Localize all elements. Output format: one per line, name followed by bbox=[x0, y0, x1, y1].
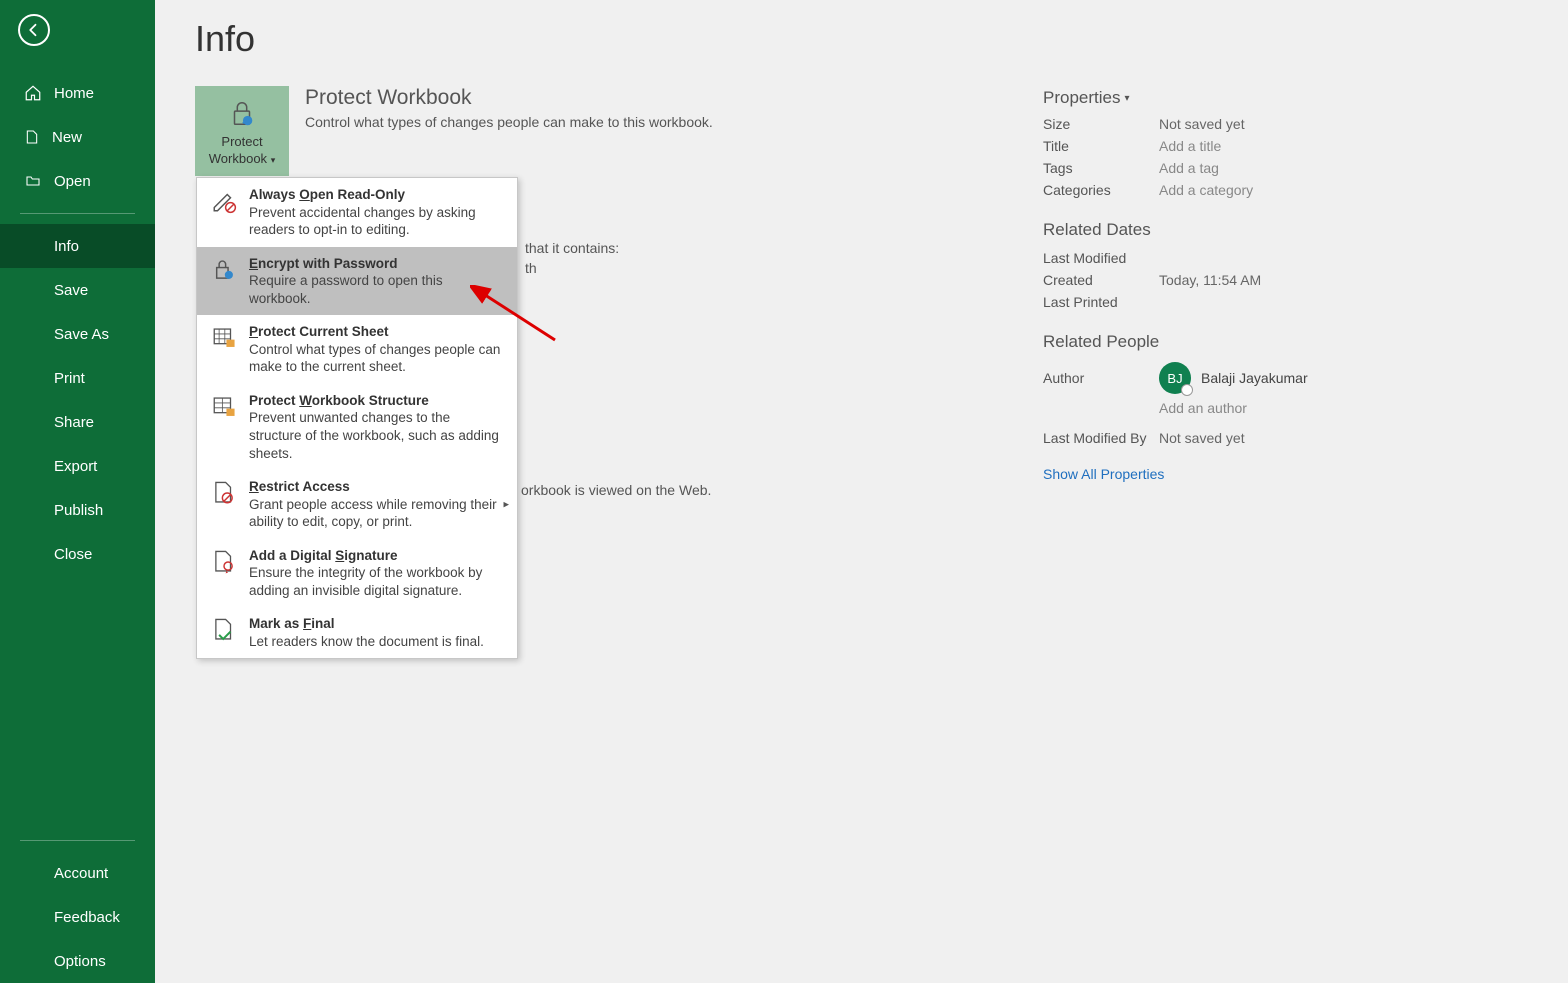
obscured-text-frag3: orkbook is viewed on the Web. bbox=[521, 482, 711, 498]
submenu-arrow-icon: ▸ bbox=[503, 498, 509, 511]
sidebar-label: Save bbox=[54, 282, 88, 299]
menu-mark-as-final[interactable]: Mark as FinalLet readers know the docume… bbox=[197, 607, 517, 658]
sidebar-item-account[interactable]: Account bbox=[0, 851, 155, 895]
sidebar-item-close[interactable]: Close bbox=[0, 532, 155, 576]
home-icon bbox=[24, 84, 42, 102]
sidebar-label: Print bbox=[54, 370, 85, 387]
sidebar-label: Open bbox=[54, 173, 91, 190]
sidebar-item-options[interactable]: Options bbox=[0, 939, 155, 983]
sidebar-item-info[interactable]: Info bbox=[0, 224, 155, 268]
related-dates-heading: Related Dates bbox=[1043, 220, 1363, 240]
menu-add-signature[interactable]: Add a Digital SignatureEnsure the integr… bbox=[197, 539, 517, 608]
sidebar-label: Info bbox=[54, 238, 79, 255]
menu-protect-structure[interactable]: Protect Workbook StructurePrevent unwant… bbox=[197, 384, 517, 470]
doc-signature-icon bbox=[211, 549, 237, 575]
obscured-text-frag2: th bbox=[525, 260, 537, 276]
prop-title-label: Title bbox=[1043, 138, 1159, 154]
sidebar-item-publish[interactable]: Publish bbox=[0, 488, 155, 532]
show-all-properties-link[interactable]: Show All Properties bbox=[1043, 466, 1164, 482]
prop-size-value: Not saved yet bbox=[1159, 116, 1245, 132]
prop-created-label: Created bbox=[1043, 272, 1159, 288]
sidebar-label: Save As bbox=[54, 326, 109, 343]
sidebar-label: Options bbox=[54, 953, 106, 970]
sidebar-item-new[interactable]: New bbox=[0, 115, 155, 159]
pencil-readonly-icon bbox=[211, 188, 237, 214]
prop-modified-label: Last Modified bbox=[1043, 250, 1159, 266]
sidebar-item-open[interactable]: Open bbox=[0, 159, 155, 203]
properties-panel: Properties▾ SizeNot saved yet TitleAdd a… bbox=[1043, 88, 1363, 482]
lock-encrypt-icon bbox=[211, 257, 237, 283]
sidebar-label: Home bbox=[54, 85, 94, 102]
prop-author-label: Author bbox=[1043, 370, 1159, 386]
backstage-sidebar: Home New Open Info Save Save As Print Sh… bbox=[0, 0, 155, 983]
doc-final-icon bbox=[211, 617, 237, 643]
prop-lastmodby-value: Not saved yet bbox=[1159, 430, 1245, 446]
sheet-lock-icon bbox=[211, 325, 237, 351]
doc-restrict-icon bbox=[211, 480, 237, 506]
lock-shield-icon bbox=[227, 98, 257, 128]
prop-printed-label: Last Printed bbox=[1043, 294, 1159, 310]
prop-created-value: Today, 11:54 AM bbox=[1159, 272, 1261, 288]
protect-workbook-button[interactable]: Protect Workbook ▾ bbox=[195, 86, 289, 176]
workbook-lock-icon bbox=[211, 394, 237, 420]
sidebar-label: Publish bbox=[54, 502, 103, 519]
new-doc-icon bbox=[24, 128, 40, 146]
sidebar-item-saveas[interactable]: Save As bbox=[0, 312, 155, 356]
sidebar-item-share[interactable]: Share bbox=[0, 400, 155, 444]
menu-restrict-access[interactable]: Restrict AccessGrant people access while… bbox=[197, 470, 517, 539]
prop-size-label: Size bbox=[1043, 116, 1159, 132]
sidebar-label: Close bbox=[54, 546, 92, 563]
back-arrow-icon bbox=[25, 21, 43, 39]
sidebar-item-print[interactable]: Print bbox=[0, 356, 155, 400]
prop-lastmodby-label: Last Modified By bbox=[1043, 430, 1159, 446]
prop-categories-label: Categories bbox=[1043, 182, 1159, 198]
add-author-input[interactable]: Add an author bbox=[1159, 400, 1247, 416]
sidebar-label: New bbox=[52, 129, 82, 146]
sidebar-item-save[interactable]: Save bbox=[0, 268, 155, 312]
sidebar-item-feedback[interactable]: Feedback bbox=[0, 895, 155, 939]
section-heading: Protect Workbook bbox=[305, 86, 713, 110]
section-description: Control what types of changes people can… bbox=[305, 114, 713, 130]
sidebar-label: Share bbox=[54, 414, 94, 431]
prop-categories-input[interactable]: Add a category bbox=[1159, 182, 1253, 198]
related-people-heading: Related People bbox=[1043, 332, 1363, 352]
button-label-line1: Protect bbox=[199, 134, 285, 151]
author-avatar[interactable]: BJ bbox=[1159, 362, 1191, 394]
prop-title-input[interactable]: Add a title bbox=[1159, 138, 1221, 154]
page-title: Info bbox=[195, 18, 1568, 60]
author-name[interactable]: Balaji Jayakumar bbox=[1201, 370, 1308, 386]
back-button[interactable] bbox=[18, 14, 50, 46]
sidebar-item-export[interactable]: Export bbox=[0, 444, 155, 488]
prop-tags-input[interactable]: Add a tag bbox=[1159, 160, 1219, 176]
sidebar-item-home[interactable]: Home bbox=[0, 71, 155, 115]
menu-protect-sheet[interactable]: Protect Current SheetControl what types … bbox=[197, 315, 517, 384]
sidebar-label: Account bbox=[54, 865, 108, 882]
protect-workbook-menu: Always Open Read-OnlyPrevent accidental … bbox=[196, 177, 518, 659]
obscured-text-frag1: that it contains: bbox=[525, 240, 619, 256]
open-folder-icon bbox=[24, 173, 42, 189]
menu-open-read-only[interactable]: Always Open Read-OnlyPrevent accidental … bbox=[197, 178, 517, 247]
sidebar-label: Export bbox=[54, 458, 97, 475]
properties-dropdown[interactable]: Properties▾ bbox=[1043, 88, 1130, 108]
prop-tags-label: Tags bbox=[1043, 160, 1159, 176]
button-label-line2: Workbook ▾ bbox=[199, 151, 285, 168]
sidebar-label: Feedback bbox=[54, 909, 120, 926]
menu-encrypt-with-password[interactable]: Encrypt with PasswordRequire a password … bbox=[197, 247, 517, 316]
